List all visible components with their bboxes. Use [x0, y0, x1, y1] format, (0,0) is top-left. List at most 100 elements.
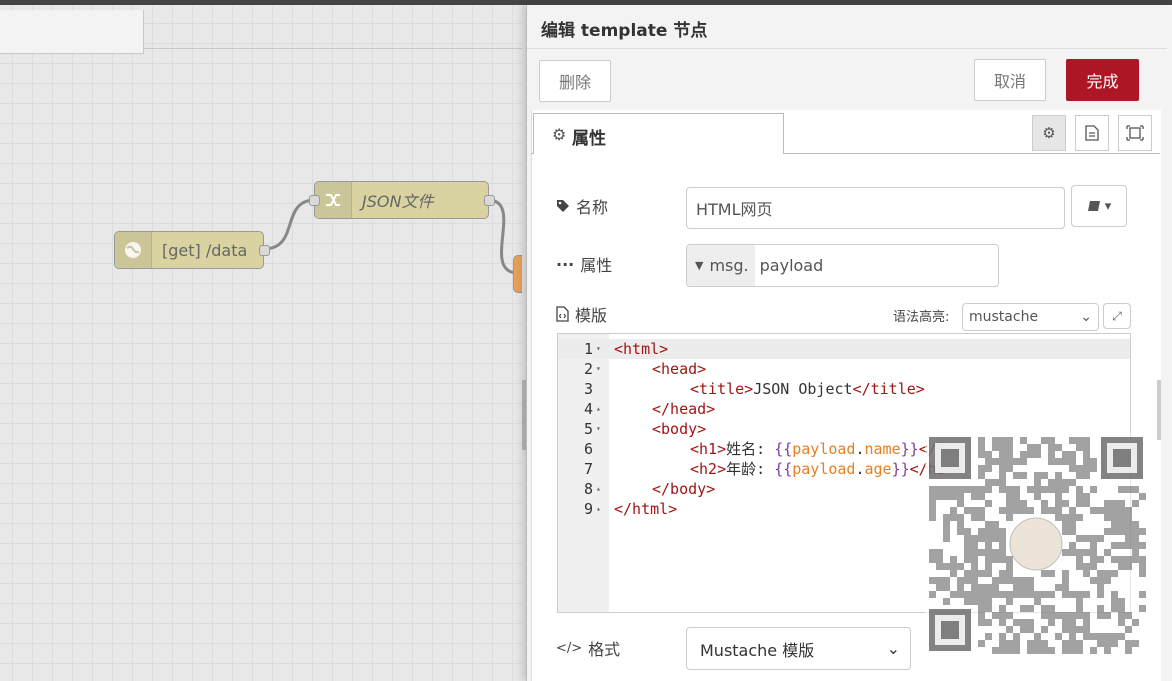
qr-module — [1111, 591, 1118, 598]
change-node[interactable]: JSON文件 — [309, 181, 495, 219]
tray-title: 编辑 template 节点 — [541, 21, 708, 41]
qr-module — [999, 577, 1006, 584]
cancel-button[interactable]: 取消 — [974, 59, 1046, 101]
type-select[interactable]: ▼ msg. — [687, 245, 755, 286]
qr-module — [1125, 640, 1132, 647]
http-in-node[interactable]: [get] /data — [114, 231, 270, 269]
fold-toggle[interactable]: ▴ — [596, 399, 601, 419]
qr-module — [950, 556, 957, 563]
fold-toggle[interactable]: ▴ — [596, 479, 601, 499]
code-text: <body> — [614, 419, 706, 439]
expand-editor-button[interactable]: ⤢ — [1103, 303, 1131, 329]
qr-module — [1027, 444, 1034, 451]
property-typed-input[interactable]: ▼ msg. payload — [686, 244, 999, 287]
delete-button[interactable]: 删除 — [539, 60, 611, 102]
qr-module — [1006, 598, 1013, 605]
name-input[interactable]: HTML网页 — [686, 187, 1065, 229]
qr-module — [1083, 472, 1090, 479]
qr-module — [1076, 647, 1083, 654]
qr-module — [1118, 521, 1125, 528]
flow-workspace[interactable]: [get] /data JSON文件 — [0, 5, 522, 681]
qr-module — [1076, 535, 1083, 542]
template-label: 模版 — [556, 302, 607, 326]
qr-module — [1034, 479, 1041, 486]
qr-module — [978, 640, 985, 647]
qr-module — [1139, 528, 1146, 535]
qr-module — [1083, 500, 1090, 507]
token: payload — [792, 440, 856, 458]
qr-module — [978, 591, 985, 598]
qr-module — [1118, 612, 1125, 619]
qr-module — [1111, 514, 1118, 521]
qr-module — [1062, 521, 1069, 528]
qr-module — [1139, 542, 1146, 549]
qr-module — [1069, 521, 1076, 528]
qr-module — [1013, 591, 1020, 598]
qr-module — [1020, 577, 1027, 584]
qr-module — [1076, 493, 1083, 500]
qr-module — [1083, 619, 1090, 626]
property-value[interactable]: payload — [755, 256, 824, 275]
qr-module — [1006, 458, 1013, 465]
qr-module — [985, 633, 992, 640]
qr-module — [978, 605, 985, 612]
qr-module — [1048, 591, 1055, 598]
qr-module — [964, 535, 971, 542]
scrollbar[interactable] — [1157, 380, 1161, 440]
qr-module — [1118, 633, 1125, 640]
qr-module — [985, 584, 992, 591]
fold-toggle[interactable]: ▾ — [596, 339, 601, 359]
qr-module — [1097, 556, 1104, 563]
qr-module — [1020, 458, 1027, 465]
qr-module — [1048, 507, 1055, 514]
qr-module — [957, 584, 964, 591]
qr-module — [1027, 647, 1034, 654]
node-label: JSON文件 — [362, 192, 434, 211]
syntax-select[interactable]: mustache ⌄ — [962, 303, 1099, 331]
qr-module — [1076, 549, 1083, 556]
property-label-text: 属性 — [580, 256, 613, 275]
done-button[interactable]: 完成 — [1066, 59, 1139, 101]
qr-module — [1041, 570, 1048, 577]
qr-module — [1069, 633, 1076, 640]
appearance-tab-button[interactable] — [1118, 115, 1152, 151]
qr-module — [1083, 535, 1090, 542]
qr-module — [1111, 633, 1118, 640]
chevron-down-icon: ⌄ — [886, 639, 900, 658]
line-number: 1 — [583, 340, 593, 358]
qr-module — [1055, 444, 1062, 451]
qr-module — [1006, 500, 1013, 507]
fold-toggle[interactable]: ▾ — [596, 419, 601, 439]
qr-module — [943, 493, 950, 500]
qr-module — [1041, 640, 1048, 647]
node-icon-picker[interactable]: ▾ — [1071, 185, 1127, 227]
qr-module — [1076, 640, 1083, 647]
settings-tab-button[interactable]: ⚙ — [1032, 115, 1066, 151]
tab-properties[interactable]: ⚙ 属性 — [533, 113, 784, 154]
qr-module — [1006, 493, 1013, 500]
qr-module — [1041, 612, 1048, 619]
template-node-edge[interactable] — [513, 255, 522, 293]
description-tab-button[interactable] — [1075, 115, 1109, 151]
qr-module — [978, 493, 985, 500]
qr-module — [1048, 479, 1055, 486]
fold-toggle[interactable]: ▾ — [596, 359, 601, 379]
qr-module — [1041, 486, 1048, 493]
qr-module — [950, 570, 957, 577]
qr-module — [1013, 458, 1020, 465]
output-port[interactable] — [259, 245, 270, 256]
input-port[interactable] — [309, 195, 320, 206]
output-port[interactable] — [484, 195, 495, 206]
token: <body> — [652, 420, 707, 438]
qr-module — [1097, 570, 1104, 577]
qr-module — [1069, 549, 1076, 556]
qr-module — [1020, 507, 1027, 514]
qr-module — [1132, 521, 1139, 528]
format-select[interactable]: Mustache 模版 ⌄ — [686, 627, 911, 670]
qr-module — [1013, 577, 1020, 584]
qr-module — [957, 577, 964, 584]
qr-module — [957, 486, 964, 493]
fold-toggle[interactable]: ▴ — [596, 499, 601, 519]
qr-module — [978, 598, 985, 605]
qr-module — [1055, 458, 1062, 465]
